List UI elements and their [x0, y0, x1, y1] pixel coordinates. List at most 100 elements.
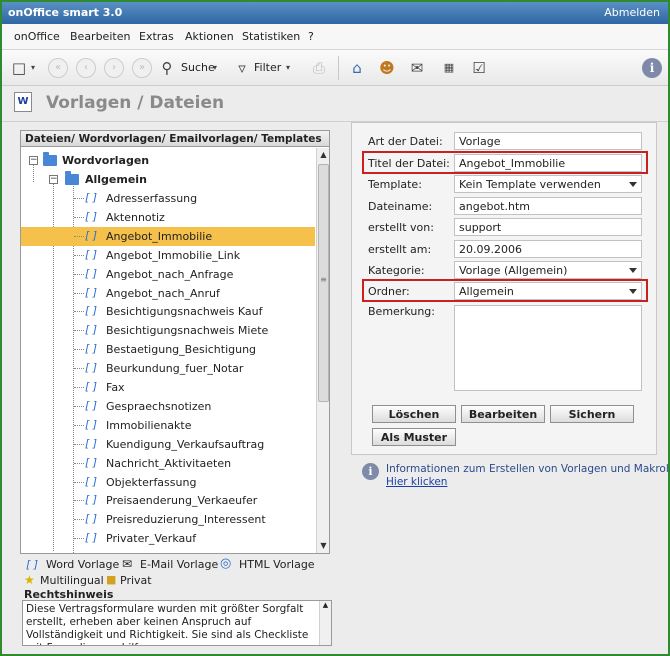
menu-help[interactable]: ?	[308, 30, 314, 43]
tree-guide	[74, 405, 84, 407]
collapse-icon[interactable]: −	[49, 175, 58, 184]
erstellt-am-label: erstellt am:	[368, 243, 432, 256]
tree-item[interactable]: [ ] Besichtigungsnachweis Kauf	[21, 302, 315, 321]
tree-item-label: Angebot_Immobilie_Link	[106, 248, 241, 262]
print-icon[interactable]: ⎙	[308, 57, 330, 79]
bemerkung-textarea[interactable]	[454, 305, 642, 391]
tree-item[interactable]: [ ] Gespraechsnotizen	[21, 397, 315, 416]
tree-guide	[74, 235, 84, 237]
bemerkung-label: Bemerkung:	[368, 305, 435, 318]
home-icon[interactable]: ⌂	[346, 57, 368, 79]
next-record-icon[interactable]: ›	[104, 58, 124, 78]
dateiname-field[interactable]: angebot.htm	[454, 197, 642, 215]
tree-item-label: Besichtigungsnachweis Kauf	[106, 305, 263, 319]
erstellt-am-field[interactable]: 20.09.2006	[454, 240, 642, 258]
row-erstellt-am: erstellt am: 20.09.2006	[352, 239, 658, 259]
new-document-icon[interactable]: □	[8, 57, 30, 79]
chevron-down-icon[interactable]	[629, 268, 637, 273]
calendar-icon[interactable]: ▦	[438, 57, 460, 79]
title-bar: onOffice smart 3.0 Abmelden	[2, 2, 668, 24]
tree-item[interactable]: [ ] Nachricht_Aktivitaeten	[21, 454, 315, 473]
tasks-icon[interactable]: ☑	[468, 57, 490, 79]
chevron-down-icon[interactable]	[629, 182, 637, 187]
logout-link[interactable]: Abmelden	[604, 6, 660, 19]
last-record-icon[interactable]: »	[132, 58, 152, 78]
menu-statistiken[interactable]: Statistiken	[242, 30, 300, 43]
previous-record-icon[interactable]: ‹	[76, 58, 96, 78]
word-template-icon: [ ]	[26, 558, 39, 571]
art-field[interactable]: Vorlage	[454, 132, 642, 150]
tree-item[interactable]: [ ] Preisaenderung_Verkaeufer	[21, 491, 315, 510]
tree-item[interactable]: [ ] Aktennotiz	[21, 208, 315, 227]
template-select[interactable]: Kein Template verwenden	[454, 175, 642, 193]
tree-item[interactable]: [ ] Angebot_Immobilie_Link	[21, 246, 315, 265]
filter-label[interactable]: Filter	[254, 61, 281, 74]
tree-item[interactable]: [ ] Kuendigung_Verkaufsauftrag	[21, 435, 315, 454]
titel-label: Titel der Datei:	[368, 157, 450, 170]
row-ordner: Ordner: Allgemein	[352, 281, 658, 301]
tree-item[interactable]: [ ] Fax	[21, 378, 315, 397]
tree-item[interactable]: [ ] Adresserfassung	[21, 189, 315, 208]
tree-guide	[74, 538, 84, 540]
rechtshinweis-scrollbar[interactable]: ▲	[319, 601, 331, 645]
tree-node-wordvorlagen[interactable]: − Wordvorlagen	[21, 151, 315, 170]
legend-email: E-Mail Vorlage	[140, 558, 219, 571]
tree-item[interactable]: [ ] Angebot_nach_Anfrage	[21, 265, 315, 284]
info-icon[interactable]: i	[642, 58, 662, 78]
tree-node-allgemein[interactable]: − Allgemein	[21, 170, 315, 189]
collapse-icon[interactable]: −	[29, 156, 38, 165]
ordner-value: Allgemein	[459, 285, 514, 298]
ordner-select[interactable]: Allgemein	[454, 282, 642, 300]
new-dropdown-icon[interactable]: ▾	[28, 57, 38, 79]
contacts-icon[interactable]: ☻	[376, 57, 398, 79]
tree-item-label: Kuendigung_Verkaufsauftrag	[106, 437, 265, 451]
menu-aktionen[interactable]: Aktionen	[185, 30, 234, 43]
word-template-icon: [ ]	[85, 342, 98, 356]
sichern-button[interactable]: Sichern	[550, 405, 634, 423]
tree-item[interactable]: [ ] Privater_Verkauf	[21, 529, 315, 548]
folder-icon	[43, 152, 57, 166]
tree-item[interactable]: [ ] Angebot_Immobilie	[21, 226, 315, 246]
tree-item-label: Beurkundung_fuer_Notar	[106, 362, 244, 376]
tree-item[interactable]: [ ] Bestaetigung_Besichtigung	[21, 340, 315, 359]
tree-item-label: Fax	[106, 381, 125, 394]
tree-scrollbar[interactable]: ▲ ≡ ▼	[316, 148, 329, 553]
scroll-thumb[interactable]: ≡	[318, 164, 329, 402]
search-dropdown-icon[interactable]: ▾	[210, 57, 220, 79]
tree-item-label: Gespraechsnotizen	[106, 399, 212, 413]
tree-item-label: Aktennotiz	[106, 210, 165, 224]
word-document-icon: W	[14, 92, 32, 112]
tree-guide	[74, 387, 84, 388]
info-link[interactable]: Hier klicken	[386, 476, 447, 488]
chevron-down-icon[interactable]	[629, 289, 637, 294]
kategorie-select[interactable]: Vorlage (Allgemein)	[454, 261, 642, 279]
erstellt-von-field[interactable]: support	[454, 218, 642, 236]
tree-item-label: Immobilienakte	[106, 418, 192, 432]
scroll-down-icon[interactable]: ▼	[317, 539, 330, 553]
tree-item[interactable]: [ ] Angebot_nach_Anruf	[21, 284, 315, 303]
search-icon[interactable]: ⚲	[156, 57, 178, 79]
als-muster-button[interactable]: Als Muster	[372, 428, 456, 446]
loeschen-button[interactable]: Löschen	[372, 405, 456, 423]
menu-onoffice[interactable]: onOffice	[14, 30, 60, 43]
info-box: i Informationen zum Erstellen von Vorlag…	[362, 460, 668, 494]
tree-item[interactable]: [ ] Immobilienakte	[21, 416, 315, 435]
bearbeiten-button[interactable]: Bearbeiten	[461, 405, 545, 423]
first-record-icon[interactable]: «	[48, 58, 68, 78]
word-template-icon: [ ]	[85, 247, 98, 261]
filter-icon[interactable]: ▿	[231, 57, 253, 79]
filter-dropdown-icon[interactable]: ▾	[283, 57, 293, 79]
tree-item[interactable]: [ ] Preisreduzierung_Interessent	[21, 510, 315, 529]
tree-item-label: Privater_Verkauf	[106, 532, 197, 546]
scroll-up-icon[interactable]: ▲	[317, 148, 330, 162]
word-template-icon: [ ]	[85, 455, 98, 469]
tree-item[interactable]: [ ] Objekterfassung	[21, 473, 315, 492]
tree-item[interactable]: [ ] Beurkundung_fuer_Notar	[21, 359, 315, 378]
menu-extras[interactable]: Extras	[139, 30, 174, 43]
tree-item[interactable]: [ ] Besichtigungsnachweis Miete	[21, 321, 315, 340]
titel-field[interactable]: Angebot_Immobilie	[454, 154, 642, 172]
word-template-icon: [ ]	[85, 266, 98, 280]
tree-item-label: Objekterfassung	[106, 475, 197, 489]
menu-bearbeiten[interactable]: Bearbeiten	[70, 30, 130, 43]
email-icon[interactable]: ✉	[406, 57, 428, 79]
